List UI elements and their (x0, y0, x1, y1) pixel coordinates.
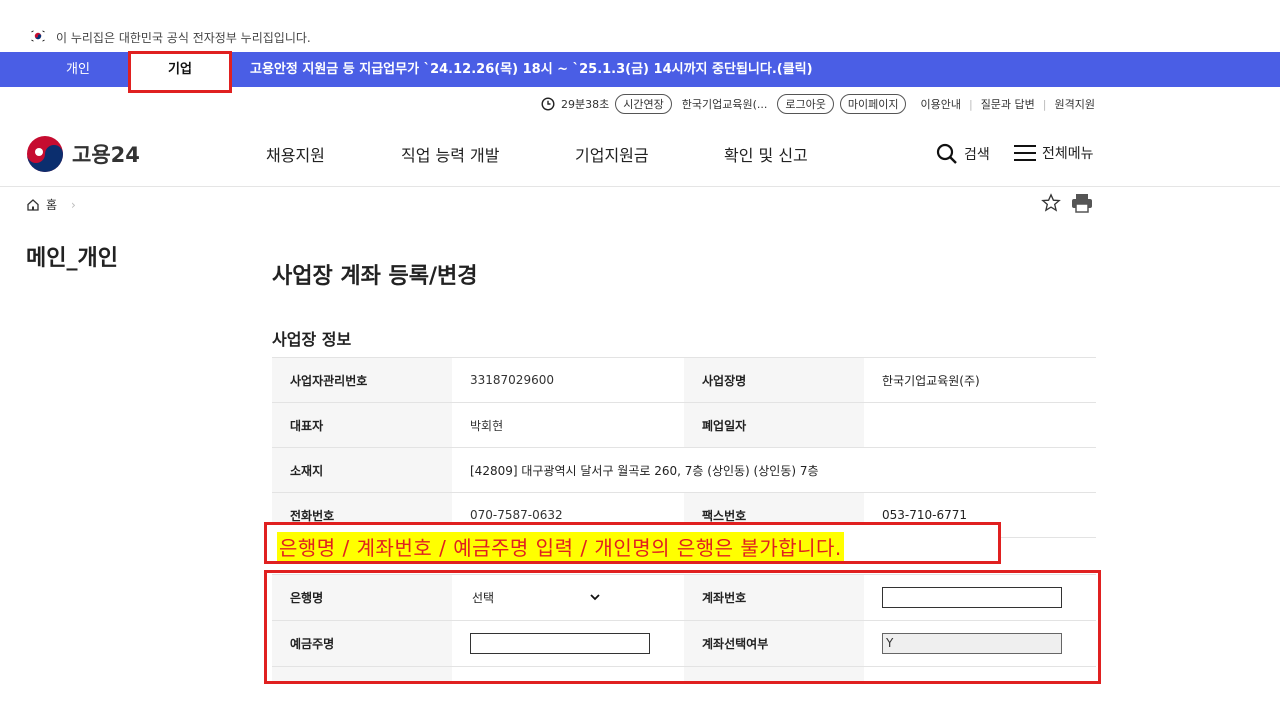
search-icon (936, 143, 957, 164)
remote-support-link[interactable]: 원격지원 (1055, 96, 1095, 112)
search-label: 검색 (964, 147, 990, 163)
ceo-value: 박회현 (452, 402, 684, 448)
gnb-item-training[interactable]: 직업 능력 개발 (401, 142, 500, 166)
business-info-table: 사업자관리번호 33187029600 사업장명 한국기업교육원(주) 대표자 … (272, 357, 1096, 538)
table-row: 대표자 박회현 폐업일자 (272, 402, 1096, 448)
search-button[interactable]: 검색 (936, 143, 990, 165)
mypage-button[interactable]: 마이페이지 (839, 94, 907, 114)
site-logo[interactable]: 고용24 (26, 135, 140, 173)
annotation-callout: 은행명 / 계좌번호 / 예금주명 입력 / 개인명의 은행은 불가합니다. (264, 522, 1001, 564)
gnb-item-report[interactable]: 확인 및 신고 (724, 142, 808, 166)
session-timer: 29분38초 (561, 98, 610, 111)
address-value: [42809] 대구광역시 달서구 월곡로 260, 7층 (상인동) (상인동… (452, 447, 1096, 493)
annotation-form-highlight (264, 570, 1101, 684)
page-title: 사업장 계좌 등록/변경 (272, 264, 478, 289)
table-row: 사업자관리번호 33187029600 사업장명 한국기업교육원(주) (272, 357, 1096, 403)
address-label: 소재지 (272, 447, 452, 493)
biz-name-value: 한국기업교육원(주) (864, 357, 1096, 403)
tab-personal[interactable]: 개인 (30, 52, 126, 87)
annotation-callout-text: 은행명 / 계좌번호 / 예금주명 입력 / 개인명의 은행은 불가합니다. (277, 532, 844, 561)
header-divider (0, 186, 1280, 187)
all-menu-button[interactable]: 전체메뉴 (1014, 143, 1094, 163)
hamburger-icon (1014, 145, 1036, 161)
biz-name-label: 사업장명 (684, 357, 864, 403)
table-row: 소재지 [42809] 대구광역시 달서구 월곡로 260, 7층 (상인동) … (272, 447, 1096, 493)
gnb-item-subsidy[interactable]: 기업지원금 (575, 142, 649, 166)
notice-banner-link[interactable]: 고용안정 지원금 등 지급업무가 `24.12.26(목) 18시 ~ `25.… (250, 52, 813, 87)
logo-emblem-icon (27, 136, 63, 172)
closed-date-label: 폐업일자 (684, 402, 864, 448)
mgmt-no-label: 사업자관리번호 (272, 357, 452, 403)
favorite-star-icon[interactable] (1041, 193, 1061, 213)
utility-bar: 29분38초 시간연장 한국기업교육원(... 로그아웃 마이페이지 이용안내 … (541, 93, 1095, 115)
divider: | (1042, 97, 1047, 111)
home-icon[interactable] (26, 198, 40, 212)
section-title: 사업장 정보 (272, 330, 352, 349)
extend-session-button[interactable]: 시간연장 (615, 94, 672, 114)
all-menu-label: 전체메뉴 (1042, 146, 1094, 162)
guide-link[interactable]: 이용안내 (920, 96, 960, 112)
gov-strip: 이 누리집은 대한민국 공식 전자정부 누리집입니다. (0, 0, 1280, 52)
breadcrumb-home[interactable]: 홈 (46, 196, 57, 213)
logout-button[interactable]: 로그아웃 (777, 94, 834, 114)
clock-icon (541, 97, 555, 111)
qna-link[interactable]: 질문과 답변 (981, 96, 1035, 112)
taegukgi-flag-icon (30, 30, 46, 42)
ceo-label: 대표자 (272, 402, 452, 448)
annotation-highlight-business-tab (128, 51, 232, 93)
side-title: 메인_개인 (26, 246, 118, 271)
closed-date-value (864, 402, 1096, 448)
divider: | (968, 97, 973, 111)
breadcrumb: 홈 › (26, 196, 76, 213)
gnb-item-recruit[interactable]: 채용지원 (266, 142, 325, 166)
gov-notice: 이 누리집은 대한민국 공식 전자정부 누리집입니다. (56, 31, 311, 45)
logo-text: 고용24 (72, 143, 140, 167)
chevron-right-icon: › (71, 197, 76, 212)
mgmt-no-value: 33187029600 (452, 357, 684, 403)
org-name: 한국기업교육원(... (681, 98, 768, 111)
print-icon[interactable] (1071, 193, 1093, 213)
